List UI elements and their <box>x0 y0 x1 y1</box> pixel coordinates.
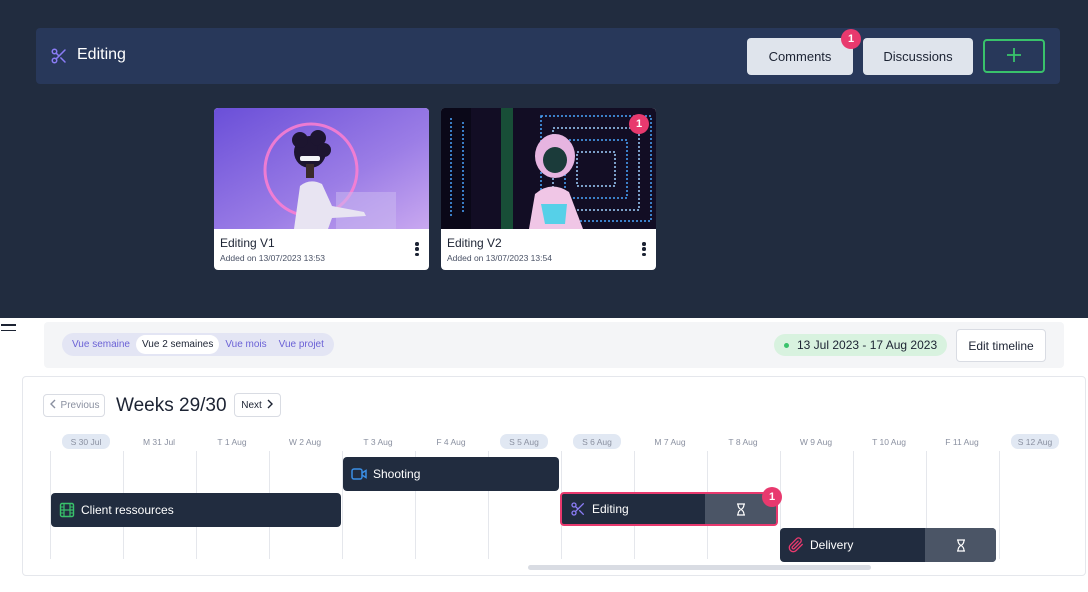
day-label: M 7 Aug <box>654 436 686 447</box>
horizontal-scrollbar[interactable] <box>528 565 871 570</box>
file-thumbnail[interactable] <box>214 108 429 229</box>
comments-button[interactable]: Comments <box>747 38 853 75</box>
scissors-icon <box>570 501 586 517</box>
task-bar-client-ressources[interactable]: Client ressources <box>51 493 341 527</box>
day-label: S 12 Aug <box>1011 434 1059 449</box>
file-date: Added on 13/07/2023 13:54 <box>447 253 552 263</box>
timeline-toolbar: Vue semaine Vue 2 semaines Vue mois Vue … <box>44 322 1064 368</box>
weeks-title: Weeks 29/30 <box>116 395 227 416</box>
chevron-right-icon <box>266 399 274 412</box>
next-button[interactable]: Next <box>234 393 281 417</box>
comments-count-badge: 1 <box>841 29 861 49</box>
task-bar-editing[interactable]: Editing <box>560 492 778 526</box>
task-label: Delivery <box>810 538 854 552</box>
view-option-month[interactable]: Vue mois <box>219 335 272 354</box>
view-option-project[interactable]: Vue projet <box>273 335 330 354</box>
scissors-icon <box>50 47 68 65</box>
previous-button[interactable]: Previous <box>43 394 105 417</box>
discussions-button[interactable]: Discussions <box>863 38 973 75</box>
view-option-week[interactable]: Vue semaine <box>66 335 136 354</box>
status-dot <box>784 342 789 348</box>
day-label: F 4 Aug <box>436 436 466 447</box>
day-label: S 6 Aug <box>573 434 621 449</box>
file-title: Editing V1 <box>220 236 275 250</box>
file-date: Added on 13/07/2023 13:53 <box>220 253 325 263</box>
day-label: M 31 Jul <box>142 436 176 447</box>
paperclip-icon <box>788 537 804 553</box>
menu-icon[interactable] <box>1 324 17 332</box>
day-label: W 9 Aug <box>799 436 833 447</box>
task-label: Client ressources <box>81 503 174 517</box>
task-label: Editing <box>592 502 629 516</box>
file-card[interactable]: Editing V1 Added on 13/07/2023 13:53 <box>214 108 429 270</box>
date-range-badge: 13 Jul 2023 - 17 Aug 2023 <box>774 334 948 356</box>
film-icon <box>59 502 75 518</box>
file-card[interactable]: 1 Editing V2 Added on 13/07/2023 13:54 <box>441 108 656 270</box>
day-label: T 3 Aug <box>363 436 393 447</box>
more-options-icon[interactable] <box>642 242 646 256</box>
day-label: S 30 Jul <box>62 434 110 449</box>
task-comment-badge: 1 <box>762 487 782 507</box>
day-label: S 5 Aug <box>500 434 548 449</box>
day-label: T 8 Aug <box>728 436 758 447</box>
day-label: T 1 Aug <box>217 436 247 447</box>
chevron-left-icon <box>49 399 57 412</box>
day-label: W 2 Aug <box>288 436 322 447</box>
video-camera-icon <box>351 466 367 482</box>
page-title: Editing <box>77 46 126 63</box>
task-bar-delivery[interactable]: Delivery <box>780 528 996 562</box>
add-button[interactable] <box>983 39 1045 73</box>
view-switcher: Vue semaine Vue 2 semaines Vue mois Vue … <box>62 333 334 356</box>
edit-timeline-button[interactable]: Edit timeline <box>956 329 1046 362</box>
previous-label: Previous <box>60 400 100 411</box>
step-header: Editing Comments 1 Discussions <box>36 28 1060 84</box>
view-option-2-weeks[interactable]: Vue 2 semaines <box>136 335 220 354</box>
timeline-panel: Previous Weeks 29/30 Next S 30 Jul M 31 J… <box>22 376 1086 576</box>
task-bar-shooting[interactable]: Shooting <box>343 457 559 491</box>
next-label: Next <box>241 399 262 411</box>
file-thumbnail[interactable] <box>441 108 656 229</box>
day-grid-line <box>999 451 1000 559</box>
file-comment-badge: 1 <box>629 114 649 134</box>
day-label: F 11 Aug <box>945 436 979 447</box>
more-options-icon[interactable] <box>415 242 419 256</box>
plus-icon <box>1005 46 1023 67</box>
date-range-text: 13 Jul 2023 - 17 Aug 2023 <box>797 338 938 352</box>
hourglass-icon <box>925 528 996 562</box>
day-label: T 10 Aug <box>872 436 906 447</box>
task-label: Shooting <box>373 467 421 481</box>
file-title: Editing V2 <box>447 236 502 250</box>
project-step-panel: Editing Comments 1 Discussions Editing V… <box>0 0 1088 318</box>
